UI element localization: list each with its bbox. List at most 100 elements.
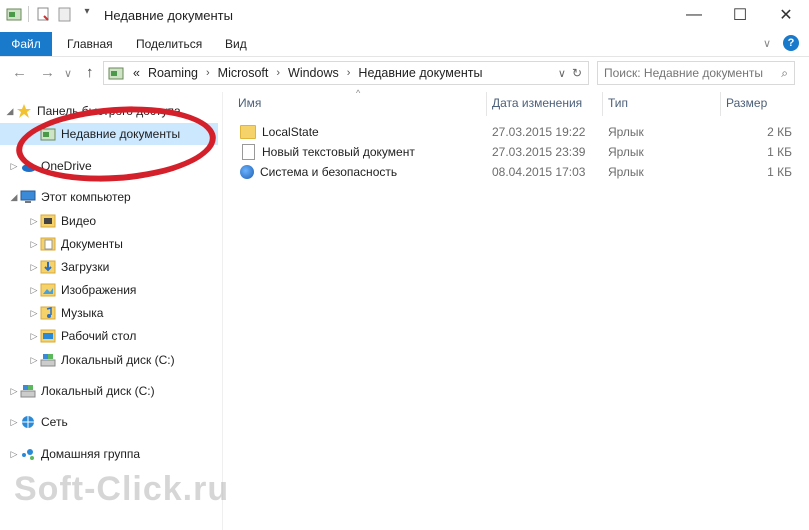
toolbar-divider [28, 6, 29, 22]
expand-arrow-icon[interactable]: ▷ [28, 262, 40, 273]
recent-folder-icon [108, 65, 124, 81]
address-dropdown-icon[interactable]: ∨ [558, 67, 566, 80]
breadcrumb-overflow[interactable]: « [133, 66, 140, 80]
nav-label: Локальный диск (C:) [61, 353, 175, 367]
tab-share[interactable]: Поделиться [136, 32, 202, 56]
expand-arrow-icon[interactable]: ▷ [8, 386, 20, 397]
expand-ribbon-icon[interactable]: ∨ [763, 37, 771, 50]
breadcrumb-microsoft[interactable]: Microsoft [218, 66, 269, 80]
drive-icon [40, 352, 56, 368]
help-icon[interactable]: ? [783, 35, 799, 51]
nav-label: Изображения [61, 283, 137, 297]
new-folder-icon[interactable] [57, 6, 73, 22]
expand-arrow-icon[interactable]: ◢ [8, 192, 20, 203]
tab-file[interactable]: Файл [0, 32, 52, 56]
file-row[interactable]: LocalState 27.03.2015 19:22 Ярлык 2 КБ [236, 122, 806, 142]
nav-label: Этот компьютер [41, 190, 131, 204]
expand-arrow-icon[interactable]: ◢ [4, 106, 16, 117]
recent-folder-icon[interactable] [6, 6, 22, 22]
column-header-name[interactable]: Имя [238, 96, 261, 110]
expand-arrow-icon[interactable]: ▷ [28, 308, 40, 319]
tab-view[interactable]: Вид [225, 32, 247, 56]
recent-locations-button[interactable]: ∨ [64, 67, 72, 80]
homegroup-icon [20, 446, 36, 462]
file-name: Новый текстовый документ [262, 145, 415, 159]
nav-network[interactable]: ▷ Сеть [8, 411, 68, 433]
expand-arrow-icon[interactable]: ▷ [28, 355, 40, 366]
forward-button[interactable]: → [40, 64, 55, 81]
music-folder-icon [40, 305, 56, 321]
file-size: 1 КБ [767, 145, 792, 159]
file-name: Система и безопасность [260, 165, 398, 179]
file-size: 1 КБ [767, 165, 792, 179]
close-button[interactable]: ✕ [763, 0, 809, 30]
column-divider[interactable] [602, 92, 603, 116]
nav-label: Локальный диск (C:) [41, 384, 155, 398]
minimize-button[interactable]: — [671, 0, 717, 30]
control-panel-icon [240, 165, 254, 179]
expand-arrow-icon[interactable]: ▷ [8, 417, 20, 428]
nav-label: Домашняя группа [41, 447, 141, 461]
file-type: Ярлык [608, 145, 644, 159]
breadcrumb-recent-docs[interactable]: Недавние документы [358, 66, 482, 80]
refresh-icon[interactable]: ↻ [572, 66, 582, 80]
nav-label: Видео [61, 214, 97, 228]
file-type: Ярлык [608, 165, 644, 179]
nav-local-disk-c[interactable]: ▷ Локальный диск (C:) [28, 349, 175, 371]
nav-this-pc[interactable]: ◢ Этот компьютер [8, 186, 131, 208]
breadcrumb-separator[interactable]: › [347, 67, 351, 79]
nav-music[interactable]: ▷ Музыка [28, 302, 104, 324]
customize-toolbar-icon[interactable]: ▾ [79, 6, 95, 22]
folder-icon [240, 125, 256, 139]
documents-folder-icon [40, 236, 56, 252]
computer-icon [20, 189, 36, 205]
video-folder-icon [40, 213, 56, 229]
network-icon [20, 414, 36, 430]
column-header-size[interactable]: Размер [726, 96, 767, 110]
maximize-button[interactable]: ☐ [717, 0, 763, 30]
nav-local-disk-c-root[interactable]: ▷ Локальный диск (C:) [8, 380, 155, 402]
nav-desktop[interactable]: ▷ Рабочий стол [28, 325, 137, 347]
window-title: Недавние документы [104, 8, 233, 23]
expand-arrow-icon[interactable]: ▷ [8, 161, 20, 172]
search-input[interactable] [598, 65, 766, 81]
up-button[interactable]: ↑ [86, 64, 94, 81]
search-box[interactable]: ⌕ [597, 61, 795, 85]
column-divider[interactable] [720, 92, 721, 116]
expand-arrow-icon[interactable]: ▷ [28, 331, 40, 342]
expand-arrow-icon[interactable]: ▷ [8, 449, 20, 460]
navigation-bar: ← → ∨ ↑ « Roaming › Microsoft › Windows … [0, 57, 809, 89]
quick-access-toolbar: ▾ [6, 6, 95, 22]
breadcrumb-windows[interactable]: Windows [288, 66, 339, 80]
breadcrumb-separator[interactable]: › [276, 67, 280, 79]
breadcrumb-roaming[interactable]: Roaming [148, 66, 198, 80]
nav-label: Сеть [41, 415, 68, 429]
nav-video[interactable]: ▷ Видео [28, 210, 97, 232]
file-date: 08.04.2015 17:03 [492, 165, 586, 179]
nav-documents[interactable]: ▷ Документы [28, 233, 123, 255]
column-header-type[interactable]: Тип [608, 96, 628, 110]
tab-home[interactable]: Главная [67, 32, 113, 56]
address-bar[interactable]: « Roaming › Microsoft › Windows › Недавн… [103, 61, 589, 85]
nav-pictures[interactable]: ▷ Изображения [28, 279, 137, 301]
nav-label: Загрузки [61, 260, 110, 274]
file-row[interactable]: Новый текстовый документ 27.03.2015 23:3… [236, 142, 806, 162]
nav-label: Документы [61, 237, 123, 251]
properties-icon[interactable] [35, 6, 51, 22]
downloads-folder-icon [40, 259, 56, 275]
search-icon[interactable]: ⌕ [781, 66, 788, 81]
nav-homegroup[interactable]: ▷ Домашняя группа [8, 443, 141, 465]
expand-arrow-icon[interactable]: ▷ [28, 239, 40, 250]
sort-indicator-icon: ^ [356, 88, 361, 98]
pictures-folder-icon [40, 282, 56, 298]
breadcrumb-separator[interactable]: › [206, 67, 210, 79]
nav-downloads[interactable]: ▷ Загрузки [28, 256, 110, 278]
expand-arrow-icon[interactable]: ▷ [28, 285, 40, 296]
file-row[interactable]: Система и безопасность 08.04.2015 17:03 … [236, 162, 806, 182]
desktop-folder-icon [40, 328, 56, 344]
expand-arrow-icon[interactable]: ▷ [28, 216, 40, 227]
column-header-date[interactable]: Дата изменения [492, 96, 582, 110]
file-type: Ярлык [608, 125, 644, 139]
back-button[interactable]: ← [12, 64, 27, 81]
column-divider[interactable] [486, 92, 487, 116]
